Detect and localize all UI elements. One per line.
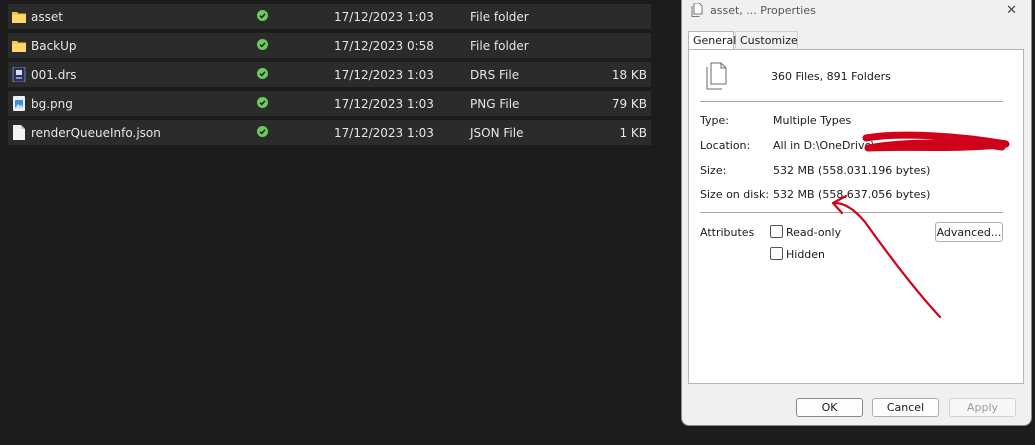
hidden-label[interactable]: Hidden — [786, 248, 825, 261]
advanced-button[interactable]: Advanced... — [935, 222, 1003, 242]
file-size: 79 KB — [611, 97, 647, 111]
multiple-files-icon — [706, 62, 727, 90]
file-type: DRS File — [470, 68, 520, 82]
file-name: bg.png — [31, 97, 73, 111]
summary-count: 360 Files, 891 Folders — [771, 70, 891, 83]
type-label: Type: — [700, 114, 729, 127]
file-name: BackUp — [31, 39, 77, 53]
synced-check-icon — [257, 68, 268, 79]
file-type: File folder — [470, 10, 529, 24]
image-file-icon — [13, 96, 25, 111]
properties-dialog: asset, ... Properties ✕ General Customiz… — [681, 0, 1032, 426]
type-value: Multiple Types — [773, 114, 852, 127]
size-on-disk-value: 532 MB (558.637.056 bytes) — [773, 188, 931, 201]
general-panel: 360 Files, 891 Folders Type: Multiple Ty… — [688, 49, 1024, 384]
readonly-checkbox[interactable] — [770, 225, 783, 238]
file-row-renderqueueinfo-json[interactable]: renderQueueInfo.json 17/12/2023 1:03 JSO… — [8, 120, 651, 145]
separator — [700, 212, 1003, 213]
hidden-checkbox[interactable] — [770, 247, 783, 260]
file-date: 17/12/2023 1:03 — [334, 126, 434, 140]
file-date: 17/12/2023 0:58 — [334, 39, 434, 53]
synced-check-icon — [257, 10, 268, 21]
tab-general[interactable]: General — [688, 31, 736, 49]
folder-icon — [12, 41, 26, 52]
synced-check-icon — [257, 97, 268, 108]
size-value: 532 MB (558.031.196 bytes) — [773, 164, 931, 177]
ok-button[interactable]: OK — [796, 398, 863, 417]
attributes-label: Attributes — [700, 226, 755, 239]
file-row-asset[interactable]: asset 17/12/2023 1:03 File folder — [8, 4, 651, 29]
file-size: 1 KB — [619, 126, 647, 140]
drs-file-icon — [12, 67, 26, 82]
file-date: 17/12/2023 1:03 — [334, 97, 434, 111]
size-on-disk-label: Size on disk: — [700, 188, 770, 201]
document-file-icon — [13, 125, 25, 140]
dialog-title: asset, ... Properties — [710, 4, 816, 17]
file-row-001-drs[interactable]: 001.drs 17/12/2023 1:03 DRS File 18 KB — [8, 62, 651, 87]
file-date: 17/12/2023 1:03 — [334, 10, 434, 24]
file-size: 18 KB — [611, 68, 647, 82]
file-name: renderQueueInfo.json — [31, 126, 161, 140]
readonly-label[interactable]: Read-only — [786, 226, 841, 239]
location-value[interactable]: All in D:\OneDrive\ — [773, 139, 875, 152]
synced-check-icon — [257, 39, 268, 50]
cancel-button[interactable]: Cancel — [872, 398, 939, 417]
file-name: asset — [31, 10, 63, 24]
synced-check-icon — [257, 126, 268, 137]
apply-button: Apply — [949, 398, 1016, 417]
separator — [700, 101, 1003, 102]
file-type: JSON File — [470, 126, 524, 140]
file-row-backup[interactable]: BackUp 17/12/2023 0:58 File folder — [8, 33, 651, 58]
tab-customize[interactable]: Customize — [735, 31, 798, 48]
file-type: PNG File — [470, 97, 520, 111]
file-list: asset 17/12/2023 1:03 File folder BackUp… — [8, 4, 651, 149]
file-type: File folder — [470, 39, 529, 53]
size-label: Size: — [700, 164, 727, 177]
file-name: 001.drs — [31, 68, 77, 82]
close-button[interactable]: ✕ — [1006, 3, 1017, 18]
location-label: Location: — [700, 139, 751, 152]
file-date: 17/12/2023 1:03 — [334, 68, 434, 82]
documents-icon — [691, 3, 703, 17]
file-row-bg-png[interactable]: bg.png 17/12/2023 1:03 PNG File 79 KB — [8, 91, 651, 116]
folder-icon — [12, 12, 26, 23]
title-bar[interactable]: asset, ... Properties ✕ — [682, 0, 1031, 22]
